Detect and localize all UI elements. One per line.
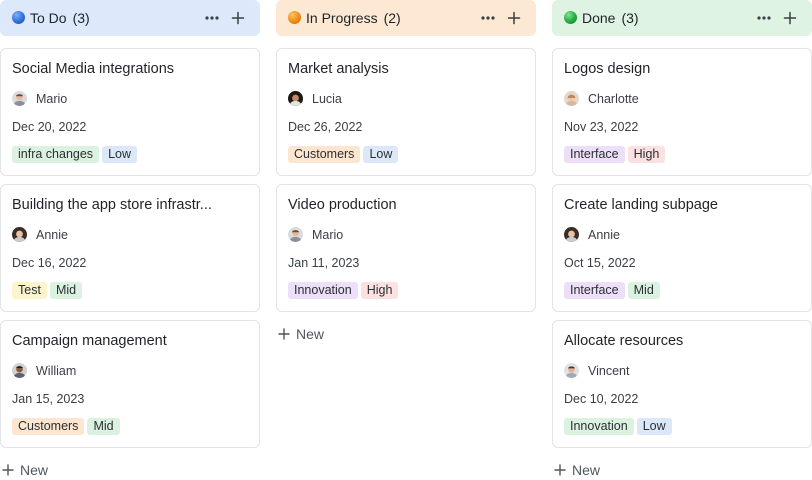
card-title: Campaign management [12,333,167,349]
column-header-done: Done (3) [552,0,812,36]
card-tags: infra changes Low [12,146,140,164]
card-tags: Interface High [564,146,668,164]
task-card[interactable]: Logos design Charlotte Nov 23, 2022 Inte… [552,48,812,176]
task-card[interactable]: Campaign management William Jan 15, 2023… [0,320,260,448]
task-card[interactable]: Building the app store infrastr... Annie… [0,184,260,312]
column-title: In Progress (2) [306,10,401,26]
priority-tag: Mid [627,282,660,299]
tag: Interface [564,146,625,163]
card-title: Market analysis [288,61,389,77]
card-tags: Customers Mid [12,418,123,436]
card-date: Jan 11, 2023 [288,256,360,270]
card-date: Oct 15, 2022 [564,256,636,270]
more-horizontal-icon[interactable] [202,8,222,28]
tag: Innovation [288,282,358,299]
plus-icon[interactable] [504,8,524,28]
tag: Customers [288,146,361,163]
assignee-name: Mario [36,92,68,106]
user-avatar-icon [564,91,579,106]
card-title: Video production [288,197,397,213]
column-title: Done (3) [582,10,639,26]
card-date: Dec 26, 2022 [288,120,363,134]
task-card[interactable]: Allocate resources Vincent Dec 10, 2022 … [552,320,812,448]
card-tags: Innovation Low [564,418,675,436]
card-tags: Interface Mid [564,282,663,300]
priority-tag: Low [363,146,399,163]
tag: Interface [564,282,625,299]
column-title: To Do (3) [30,10,90,26]
task-card[interactable]: Social Media integrations Mario Dec 20, … [0,48,260,176]
user-avatar-icon [564,363,579,378]
card-title: Social Media integrations [12,61,175,77]
more-horizontal-icon[interactable] [478,8,498,28]
priority-tag: Low [102,146,137,163]
column-header-todo: To Do (3) [0,0,260,36]
status-circle-icon [288,11,301,24]
column-count: (3) [621,10,639,26]
priority-tag: High [627,146,666,163]
more-horizontal-icon[interactable] [754,8,774,28]
assignee-name: Lucia [312,92,342,106]
new-card-label: New [296,326,325,342]
user-avatar-icon [12,91,27,106]
status-circle-icon [564,11,577,24]
card-title: Logos design [564,61,651,77]
card-date: Dec 16, 2022 [12,256,87,270]
user-avatar-icon [564,227,579,242]
plus-icon [554,464,566,476]
user-avatar-icon [12,227,27,242]
card-title: Building the app store infrastr... [12,197,212,213]
priority-tag: Low [636,418,672,435]
new-card-label: New [20,462,49,478]
tag: Innovation [564,418,634,435]
assignee-name: Vincent [588,364,630,378]
card-tags: Innovation High [288,282,401,300]
priority-tag: High [360,282,399,299]
plus-icon[interactable] [228,8,248,28]
task-card[interactable]: Create landing subpage Annie Oct 15, 202… [552,184,812,312]
task-card[interactable]: Video production Mario Jan 11, 2023 Inno… [276,184,536,312]
assignee-name: Mario [312,228,344,242]
priority-tag: Mid [87,418,120,435]
card-tags: Test Mid [12,282,85,300]
assignee-name: Annie [36,228,68,242]
priority-tag: Mid [49,282,83,299]
column-count: (3) [72,10,90,26]
column-header-in-progress: In Progress (2) [276,0,536,36]
status-circle-icon [12,11,25,24]
assignee-name: Charlotte [588,92,639,106]
user-avatar-icon [288,91,303,106]
plus-icon[interactable] [780,8,800,28]
tag: infra changes [12,146,100,163]
plus-icon [278,328,290,340]
assignee-name: William [36,364,77,378]
task-card[interactable]: Market analysis Lucia Dec 26, 2022 Custo… [276,48,536,176]
column-count: (2) [383,10,401,26]
user-avatar-icon [12,363,27,378]
plus-icon [2,464,14,476]
assignee-name: Annie [588,228,620,242]
card-date: Jan 15, 2023 [12,392,85,406]
card-title: Allocate resources [564,333,684,349]
tag: Test [12,282,47,299]
card-date: Dec 10, 2022 [564,392,639,406]
card-date: Dec 20, 2022 [12,120,87,134]
user-avatar-icon [288,227,303,242]
card-tags: Customers Low [288,146,401,164]
new-card-label: New [572,462,601,478]
card-title: Create landing subpage [564,197,718,213]
kanban-board: To Do (3) Social Media integrations Mario… [0,0,812,480]
card-date: Nov 23, 2022 [564,120,639,134]
tag: Customers [12,418,85,435]
